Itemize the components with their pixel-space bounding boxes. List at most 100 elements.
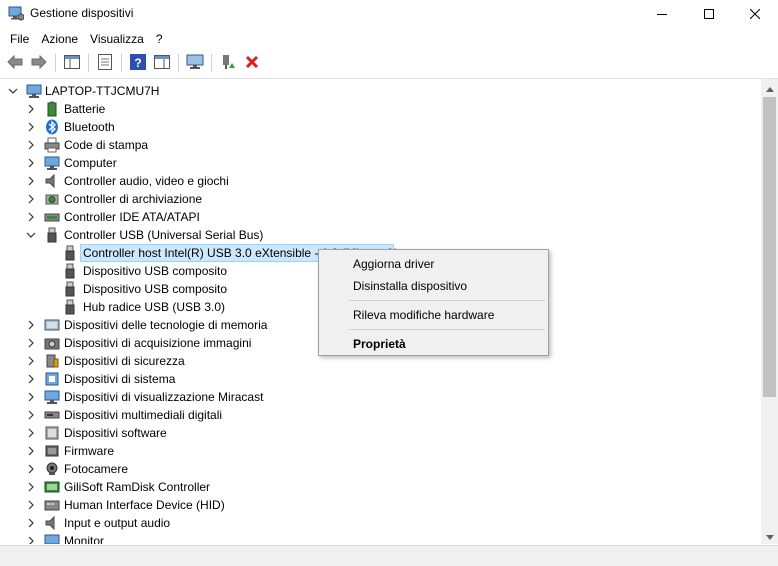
minimize-button[interactable]: [639, 0, 685, 28]
scrollbar-thumb[interactable]: [763, 97, 776, 397]
memory-icon: [44, 317, 60, 333]
collapse-chevron-icon[interactable]: [8, 86, 18, 96]
update-driver-button[interactable]: [217, 52, 239, 74]
monitor-icon: [44, 155, 60, 171]
software-icon: [44, 425, 60, 441]
speaker-icon: [44, 173, 60, 189]
expand-chevron-icon[interactable]: [26, 410, 36, 420]
menu-item-properties[interactable]: Proprietà: [319, 333, 548, 355]
system-icon: [44, 371, 60, 387]
scroll-down-button[interactable]: [761, 527, 778, 544]
menu-item-update-driver[interactable]: Aggiorna driver: [319, 253, 548, 275]
status-bar: [0, 545, 778, 566]
title-bar[interactable]: Gestione dispositivi: [0, 0, 778, 28]
tree-item-miracast[interactable]: Dispositivi di visualizzazione Miracast: [0, 388, 760, 406]
help-icon: ?: [130, 53, 146, 73]
expand-chevron-icon[interactable]: [26, 482, 36, 492]
toolbar-separator: [88, 54, 89, 72]
tree-item-controller-archiviazione[interactable]: Controller di archiviazione: [0, 190, 760, 208]
menu-file[interactable]: File: [4, 30, 35, 48]
tree-item-firmware[interactable]: Firmware: [0, 442, 760, 460]
properties-button[interactable]: [94, 52, 116, 74]
menu-item-label: Proprietà: [353, 337, 406, 351]
update-driver-icon: [220, 54, 236, 73]
expand-chevron-icon[interactable]: [26, 356, 36, 366]
tree-item-label: Dispositivo USB composito: [83, 264, 228, 278]
audio-io-icon: [44, 515, 60, 531]
forward-button[interactable]: [28, 52, 50, 74]
tree-item-computer[interactable]: Computer: [0, 154, 760, 172]
tree-item-controller-usb[interactable]: Controller USB (Universal Serial Bus): [0, 226, 760, 244]
tree-item-code-di-stampa[interactable]: Code di stampa: [0, 136, 760, 154]
tree-item-label: Dispositivi di sicurezza: [64, 354, 185, 368]
expand-chevron-icon[interactable]: [26, 320, 36, 330]
tree-item-cameras[interactable]: Fotocamere: [0, 460, 760, 478]
expand-chevron-icon[interactable]: [26, 428, 36, 438]
tree-item-label: Hub radice USB (USB 3.0): [83, 300, 226, 314]
tree-item-label: GiliSoft RamDisk Controller: [64, 480, 211, 494]
webcam-icon: [44, 461, 60, 477]
ramdisk-icon: [44, 479, 60, 495]
expand-chevron-icon[interactable]: [26, 122, 36, 132]
menu-help[interactable]: ?: [150, 30, 169, 48]
expand-chevron-icon[interactable]: [26, 374, 36, 384]
expand-chevron-icon[interactable]: [26, 176, 36, 186]
tree-item-label: Fotocamere: [64, 462, 129, 476]
uninstall-button[interactable]: [241, 52, 263, 74]
tree-item-hid[interactable]: Human Interface Device (HID): [0, 496, 760, 514]
help-button[interactable]: ?: [127, 52, 149, 74]
action-pane-button[interactable]: [151, 52, 173, 74]
tree-root[interactable]: LAPTOP-TTJCMU7H: [0, 82, 760, 100]
window-title: Gestione dispositivi: [30, 6, 134, 20]
tree-item-label: Input e output audio: [64, 516, 171, 530]
menu-azione[interactable]: Azione: [35, 30, 84, 48]
expand-chevron-icon[interactable]: [26, 212, 36, 222]
usb-icon: [62, 263, 78, 279]
scroll-down-arrow-icon: [765, 529, 774, 543]
expand-chevron-icon[interactable]: [26, 338, 36, 348]
maximize-button[interactable]: [686, 0, 732, 28]
tree-item-controller-ide[interactable]: Controller IDE ATA/ATAPI: [0, 208, 760, 226]
back-button[interactable]: [4, 52, 26, 74]
expand-chevron-icon[interactable]: [26, 446, 36, 456]
expand-chevron-icon[interactable]: [26, 140, 36, 150]
tree-item-label: Dispositivi di visualizzazione Miracast: [64, 390, 264, 404]
collapse-chevron-icon[interactable]: [26, 230, 36, 240]
tree-item-bluetooth[interactable]: Bluetooth: [0, 118, 760, 136]
media-icon: [44, 407, 60, 423]
expand-chevron-icon[interactable]: [26, 464, 36, 474]
menu-visualizza[interactable]: Visualizza: [84, 30, 150, 48]
expand-chevron-icon[interactable]: [26, 518, 36, 528]
security-icon: [44, 353, 60, 369]
tree-item-software-devices[interactable]: Dispositivi software: [0, 424, 760, 442]
scroll-up-button[interactable]: [761, 79, 778, 96]
tree-item-batterie[interactable]: Batterie: [0, 100, 760, 118]
menu-item-label: Aggiorna driver: [353, 257, 435, 271]
tree-item-audio-io[interactable]: Input e output audio: [0, 514, 760, 532]
tree-item-label: Dispositivo USB composito: [83, 282, 228, 296]
scan-hardware-button[interactable]: [184, 52, 206, 74]
tree-item-label: Monitor: [64, 534, 105, 544]
tree-item-controller-audio[interactable]: Controller audio, video e giochi: [0, 172, 760, 190]
expand-chevron-icon[interactable]: [26, 392, 36, 402]
expand-chevron-icon[interactable]: [26, 500, 36, 510]
device-manager-window: Gestione dispositivi File Azione Visuali…: [0, 0, 778, 566]
menu-item-scan-hardware[interactable]: Rileva modifiche hardware: [319, 304, 548, 326]
tree-item-label: Controller di archiviazione: [64, 192, 203, 206]
tree-item-monitor[interactable]: Monitor: [0, 532, 760, 544]
expand-chevron-icon[interactable]: [26, 536, 36, 544]
tree-item-gilisoft-ramdisk[interactable]: GiliSoft RamDisk Controller: [0, 478, 760, 496]
menu-item-uninstall-device[interactable]: Disinstalla dispositivo: [319, 275, 548, 297]
close-button[interactable]: [732, 0, 778, 28]
context-menu: Aggiorna driver Disinstalla dispositivo …: [318, 249, 549, 356]
tree-item-label: Controller USB (Universal Serial Bus): [64, 228, 264, 242]
tree-item-system[interactable]: Dispositivi di sistema: [0, 370, 760, 388]
toolbar: ?: [0, 51, 778, 75]
vertical-scrollbar[interactable]: [761, 79, 778, 544]
tree-item-digital-media[interactable]: Dispositivi multimediali digitali: [0, 406, 760, 424]
uninstall-x-icon: [245, 55, 259, 72]
expand-chevron-icon[interactable]: [26, 194, 36, 204]
expand-chevron-icon[interactable]: [26, 158, 36, 168]
expand-chevron-icon[interactable]: [26, 104, 36, 114]
show-hide-console-tree-button[interactable]: [61, 52, 83, 74]
